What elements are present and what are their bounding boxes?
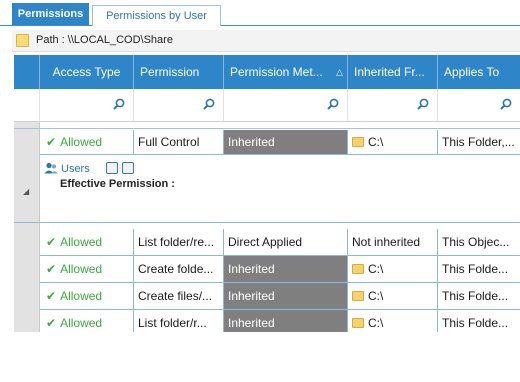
access-type-value: Allowed	[60, 135, 103, 149]
lock-icon[interactable]	[122, 162, 134, 174]
filter-permission[interactable]	[134, 89, 224, 122]
permission-method-cell: Inherited	[224, 310, 348, 332]
filter-permission-method[interactable]	[224, 89, 348, 122]
applies-to-cell: This Objec...	[438, 229, 520, 256]
checkmark-icon: ✔	[46, 289, 57, 303]
column-header-access-type[interactable]: Access Type	[40, 55, 134, 89]
checkmark-icon: ✔	[46, 235, 57, 249]
inherited-from-value: C:\	[368, 135, 384, 149]
row-selector[interactable]	[14, 130, 40, 155]
inherited-from-cell: C:\	[348, 310, 438, 332]
search-icon[interactable]	[500, 98, 512, 110]
access-type-cell: ✔ Allowed	[40, 256, 134, 283]
tab-strip: Permissions Permissions by User	[0, 0, 520, 26]
column-header-applies-to[interactable]: Applies To	[438, 55, 520, 89]
row-selector[interactable]	[14, 283, 40, 310]
access-type-value: Allowed	[60, 289, 103, 303]
permission-cell: List folder/re...	[134, 229, 224, 256]
filter-inherited-from[interactable]	[348, 89, 438, 122]
permission-method-cell: Inherited	[224, 256, 348, 283]
applies-to-cell: This Folde...	[438, 256, 520, 283]
row-selector[interactable]	[14, 256, 40, 283]
folder-icon	[352, 264, 364, 274]
inherited-from-value: C:\	[368, 262, 384, 276]
row-selector[interactable]	[14, 229, 40, 256]
tab-permissions-by-user[interactable]: Permissions by User	[92, 5, 221, 26]
inherited-from-value: Not inherited	[352, 235, 421, 249]
column-label: Inherited Fr...	[354, 65, 425, 79]
inherited-from-cell: C:\	[348, 283, 438, 310]
effective-permission-label: Effective Permission :	[60, 178, 175, 190]
permission-method-cell: Direct Applied	[224, 229, 348, 256]
column-header-permission[interactable]: Permission	[134, 55, 224, 89]
checkmark-icon: ✔	[46, 135, 57, 149]
applies-to-cell: This Folde...	[438, 310, 520, 332]
permission-cell: List folder/r...	[134, 310, 224, 332]
path-bar: Path : \\LOCAL_COD\Share	[12, 30, 520, 52]
permission-method-cell: Inherited	[224, 130, 348, 155]
header-select-column	[14, 55, 40, 89]
access-type-value: Allowed	[60, 262, 103, 276]
applies-to-cell: This Folde...	[438, 283, 520, 310]
filter-access-type[interactable]	[40, 89, 134, 122]
group-title: Users	[44, 162, 90, 175]
column-header-permission-method[interactable]: Permission Met... △	[224, 55, 348, 89]
tab-permissions[interactable]: Permissions	[12, 3, 89, 25]
row-divider	[14, 128, 520, 129]
access-type-cell: ✔ Allowed	[40, 283, 134, 310]
search-icon[interactable]	[113, 98, 125, 110]
access-type-cell: ✔ Allowed	[40, 310, 134, 332]
search-icon[interactable]	[327, 98, 339, 110]
permission-method-cell: Inherited	[224, 283, 348, 310]
settings-icon[interactable]	[106, 162, 118, 174]
user-group-icon	[44, 162, 58, 174]
sort-asc-icon: △	[336, 67, 343, 77]
path-label: Path : \\LOCAL_COD\Share	[36, 34, 173, 46]
column-label: Applies To	[444, 65, 500, 79]
permission-cell: Create folde...	[134, 256, 224, 283]
checkmark-icon: ✔	[46, 316, 57, 330]
column-label: Permission	[140, 65, 200, 79]
folder-icon	[352, 291, 364, 301]
folder-icon	[352, 318, 364, 328]
access-type-value: Allowed	[60, 316, 103, 330]
checkmark-icon: ✔	[46, 262, 57, 276]
column-label: Access Type	[52, 65, 121, 79]
group-name: Users	[61, 163, 90, 175]
collapse-triangle-icon[interactable]: ◢	[23, 187, 29, 196]
access-type-value: Allowed	[60, 235, 103, 249]
permissions-grid: Access Type Permission Permission Met...…	[14, 55, 520, 332]
permission-cell: Create files/...	[134, 283, 224, 310]
search-icon[interactable]	[203, 98, 215, 110]
filter-applies-to[interactable]	[438, 89, 520, 122]
inherited-from-cell: C:\	[348, 256, 438, 283]
column-header-inherited-from[interactable]: Inherited Fr...	[348, 55, 438, 89]
column-label: Permission Met...	[230, 65, 323, 79]
search-icon[interactable]	[417, 98, 429, 110]
access-type-cell: ✔ Allowed	[40, 130, 134, 155]
folder-icon	[352, 137, 364, 147]
permission-cell: Full Control	[134, 130, 224, 155]
filter-select-cell	[14, 89, 40, 122]
inherited-from-cell: Not inherited	[348, 229, 438, 256]
applies-to-cell: This Folder,...	[438, 130, 520, 155]
access-type-cell: ✔ Allowed	[40, 229, 134, 256]
row-selector[interactable]	[14, 310, 40, 332]
folder-icon	[16, 34, 29, 47]
inherited-from-value: C:\	[368, 316, 384, 330]
inherited-from-cell: C:\	[348, 130, 438, 155]
inherited-from-value: C:\	[368, 289, 384, 303]
